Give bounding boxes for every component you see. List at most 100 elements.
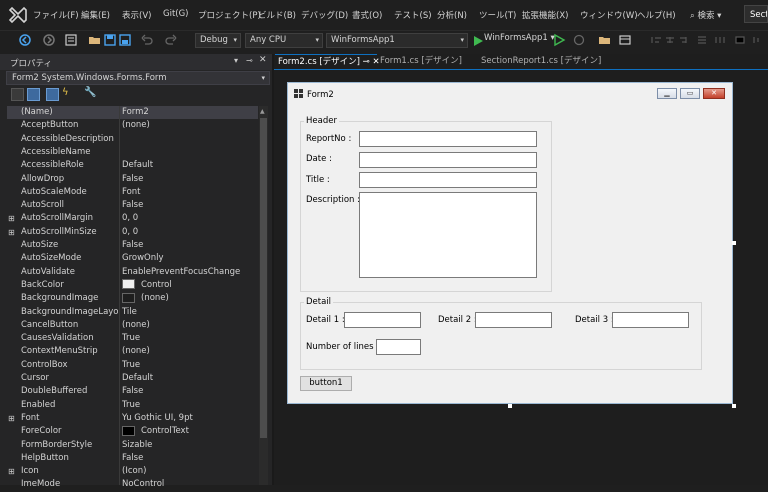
tab-sectionreport1-designer[interactable]: SectionReport1.cs [デザイン]: [481, 54, 601, 69]
property-value[interactable]: (none): [122, 319, 150, 332]
property-row[interactable]: CancelButton (none): [7, 319, 258, 332]
property-value[interactable]: 0, 0: [122, 226, 138, 239]
property-row[interactable]: ControlBox True: [7, 359, 258, 372]
resize-handle-bottom[interactable]: [508, 404, 512, 408]
property-value[interactable]: False: [122, 385, 143, 398]
property-value[interactable]: Control: [122, 279, 172, 292]
property-row[interactable]: ⊞ AutoScrollMargin 0, 0: [7, 212, 258, 225]
minimize-icon[interactable]: ▁: [657, 88, 677, 99]
search-button[interactable]: ⌕ 検索 ▾: [690, 9, 721, 21]
save-icon[interactable]: [103, 33, 117, 47]
property-row[interactable]: DoubleBuffered False: [7, 385, 258, 398]
menu-item-9[interactable]: 分析(N): [437, 9, 467, 21]
report-no-textbox[interactable]: [359, 131, 537, 147]
property-value[interactable]: True: [122, 332, 140, 345]
property-value[interactable]: Yu Gothic UI, 9pt: [122, 412, 193, 425]
close-panel-icon[interactable]: ✕: [259, 55, 267, 65]
property-row[interactable]: AutoScaleMode Font: [7, 186, 258, 199]
description-textbox[interactable]: [359, 192, 537, 278]
maximize-icon[interactable]: ▭: [680, 88, 700, 99]
tab-form1-designer[interactable]: Form1.cs [デザイン]: [380, 54, 462, 69]
property-value[interactable]: 0, 0: [122, 212, 138, 225]
forward-icon[interactable]: [42, 33, 56, 47]
property-row[interactable]: AcceptButton (none): [7, 119, 258, 132]
property-value[interactable]: Tile: [122, 306, 137, 319]
date-textbox[interactable]: [359, 152, 537, 168]
property-row[interactable]: (Name) Form2: [7, 106, 258, 120]
property-value[interactable]: False: [122, 239, 143, 252]
property-value[interactable]: Form2: [122, 106, 149, 119]
open-folder-icon[interactable]: [88, 33, 102, 47]
menu-item-5[interactable]: ビルド(B): [258, 9, 296, 21]
number-of-lines-textbox[interactable]: [376, 339, 421, 355]
resize-handle-corner[interactable]: [732, 404, 736, 408]
expand-icon[interactable]: ⊞: [8, 465, 17, 478]
property-row[interactable]: AutoSizeMode GrowOnly: [7, 252, 258, 265]
property-value[interactable]: GrowOnly: [122, 252, 164, 265]
object-selector[interactable]: Form2 System.Windows.Forms.Form ▾: [6, 71, 270, 85]
property-value[interactable]: Sizable: [122, 439, 152, 452]
property-row[interactable]: AccessibleRole Default: [7, 159, 258, 172]
button1[interactable]: button1: [300, 376, 352, 391]
menu-item-7[interactable]: 書式(O): [352, 9, 382, 21]
property-value[interactable]: ControlText: [122, 425, 189, 438]
property-value[interactable]: True: [122, 399, 140, 412]
property-value[interactable]: Font: [122, 186, 141, 199]
grid-divider[interactable]: [119, 106, 120, 485]
property-row[interactable]: ImeMode NoControl: [7, 478, 258, 491]
start-without-debugging-icon[interactable]: [552, 33, 566, 47]
property-row[interactable]: FormBorderStyle Sizable: [7, 439, 258, 452]
solution-configuration-dropdown[interactable]: Debug ▾: [195, 33, 241, 48]
start-debugging-icon[interactable]: [471, 34, 485, 48]
title-textbox[interactable]: [359, 172, 537, 188]
undo-icon[interactable]: [140, 33, 154, 47]
property-row[interactable]: AccessibleDescription: [7, 133, 258, 146]
property-row[interactable]: CausesValidation True: [7, 332, 258, 345]
property-row[interactable]: ContextMenuStrip (none): [7, 345, 258, 358]
property-value[interactable]: False: [122, 452, 143, 465]
property-row[interactable]: ⊞ Font Yu Gothic UI, 9pt: [7, 412, 258, 425]
property-value[interactable]: NoControl: [122, 478, 164, 491]
alphabetical-icon[interactable]: [27, 88, 40, 101]
property-value[interactable]: Default: [122, 372, 153, 385]
solution-platform-dropdown[interactable]: Any CPU ▾: [245, 33, 323, 48]
visual-studio-logo-icon[interactable]: [8, 6, 28, 24]
menu-item-4[interactable]: プロジェクト(P): [198, 9, 261, 21]
menu-item-12[interactable]: ウィンドウ(W): [580, 9, 638, 21]
property-value[interactable]: (none): [122, 345, 150, 358]
alignment-toolbar-icons[interactable]: [650, 35, 765, 45]
tab-form2-designer[interactable]: Form2.cs [デザイン] ⊸ ✕: [275, 54, 380, 70]
property-row[interactable]: AllowDrop False: [7, 173, 258, 186]
expand-icon[interactable]: ⊞: [8, 412, 17, 425]
property-value[interactable]: (none): [122, 292, 169, 305]
redo-icon[interactable]: [164, 33, 178, 47]
property-row[interactable]: AutoValidate EnablePreventFocusChange: [7, 266, 258, 279]
events-icon[interactable]: ϟ: [62, 87, 69, 98]
expand-icon[interactable]: ⊞: [8, 212, 17, 225]
property-value[interactable]: Default: [122, 159, 153, 172]
menu-item-13[interactable]: ヘルプ(H): [637, 9, 676, 21]
save-all-icon[interactable]: [118, 33, 132, 47]
resize-handle-right[interactable]: [732, 241, 736, 245]
scroll-up-icon[interactable]: ▲: [260, 108, 265, 115]
back-icon[interactable]: [18, 33, 32, 47]
property-row[interactable]: AutoSize False: [7, 239, 258, 252]
property-row[interactable]: HelpButton False: [7, 452, 258, 465]
menu-item-3[interactable]: Git(G): [163, 9, 189, 19]
menu-item-6[interactable]: デバッグ(D): [301, 9, 348, 21]
menu-item-1[interactable]: 編集(E): [81, 9, 110, 21]
detail1-textbox[interactable]: [344, 312, 421, 328]
property-value[interactable]: EnablePreventFocusChange: [122, 266, 240, 279]
menu-item-10[interactable]: ツール(T): [479, 9, 516, 21]
property-value[interactable]: (Icon): [122, 465, 146, 478]
search-box[interactable]: Sect: [744, 5, 768, 23]
panel-options-icon[interactable]: ▾: [234, 56, 238, 65]
property-pages-icon[interactable]: 🔧: [84, 87, 96, 98]
detail3-textbox[interactable]: [612, 312, 689, 328]
hot-reload-icon[interactable]: [572, 33, 586, 47]
menu-item-8[interactable]: テスト(S): [394, 9, 432, 21]
property-row[interactable]: BackColor Control: [7, 279, 258, 292]
close-icon[interactable]: ✕: [703, 88, 725, 99]
properties-view-icon[interactable]: [46, 88, 59, 101]
property-row[interactable]: Enabled True: [7, 399, 258, 412]
